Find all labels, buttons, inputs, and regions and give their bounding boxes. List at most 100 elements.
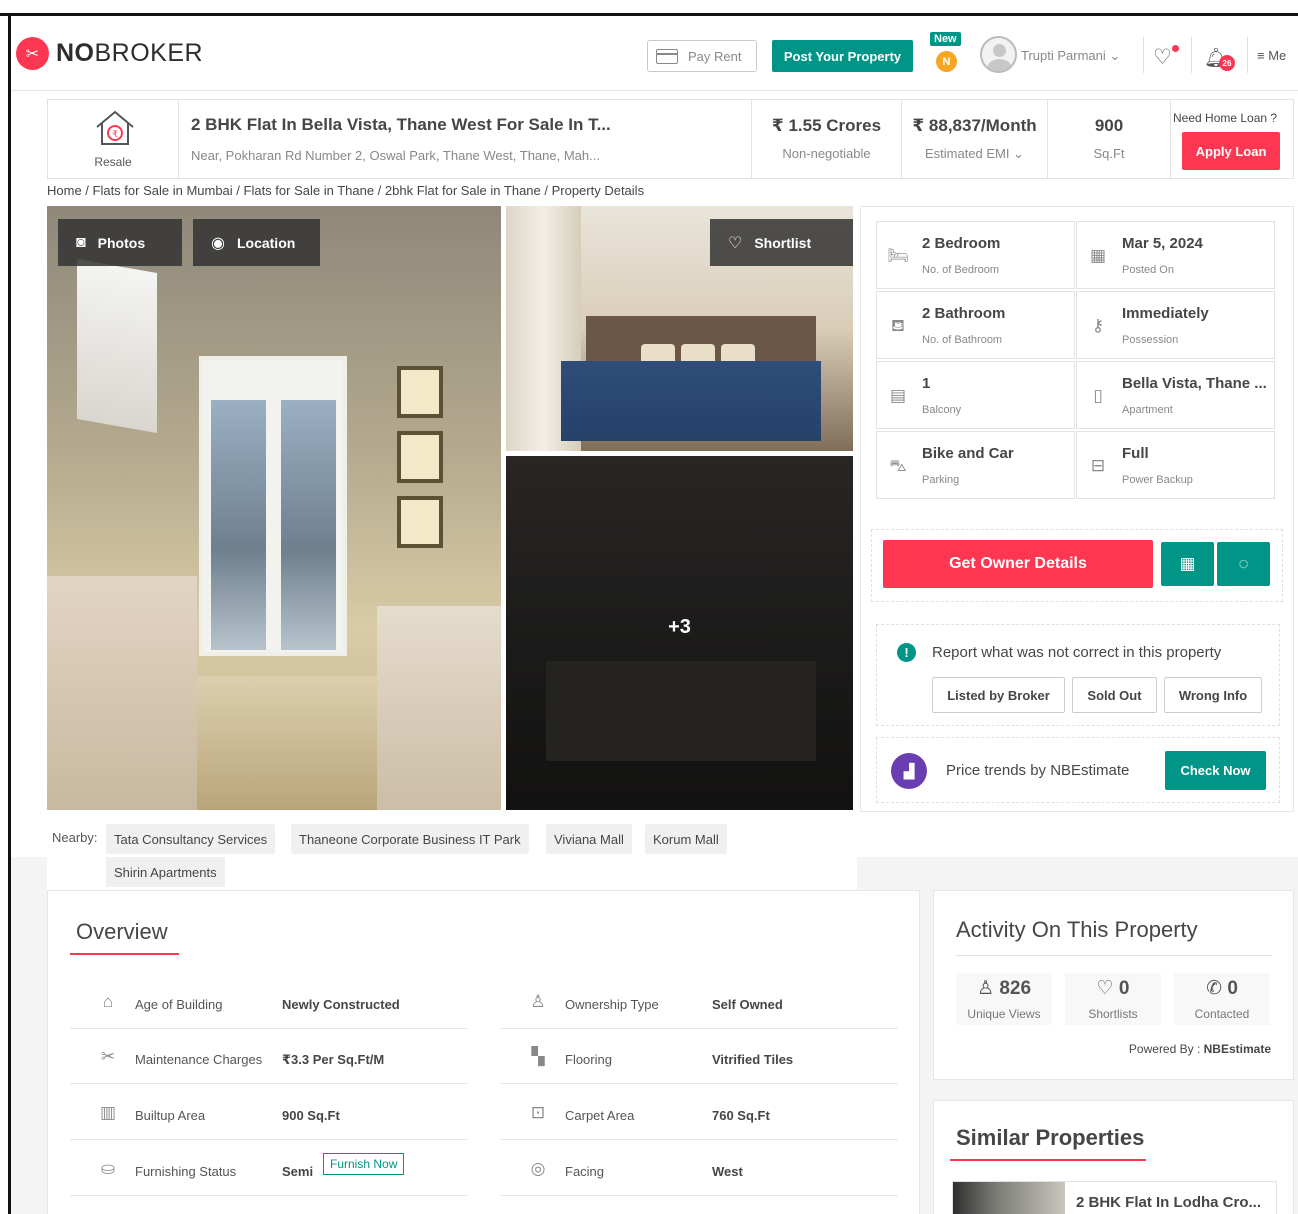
emi-value: ₹ 88,837/Month	[912, 116, 1037, 135]
similar-properties-section: Similar Properties 2 BHK Flat In Lodha C…	[933, 1100, 1294, 1214]
spec-value: 1	[922, 375, 931, 392]
heart-icon: ♡	[728, 234, 743, 252]
report-listed-by-broker[interactable]: Listed by Broker	[932, 677, 1065, 713]
spec-possession: ⚷ Immediately Possession	[1076, 291, 1275, 359]
chat-button[interactable]: ◌	[1217, 542, 1270, 586]
photo-detail	[167, 676, 397, 810]
get-owner-details-button[interactable]: Get Owner Details	[883, 540, 1153, 588]
price-trend-text: Price trends by NBEstimate	[946, 762, 1130, 779]
new-badge: New	[930, 32, 961, 46]
shortlist-button[interactable]: ♡ Shortlist	[710, 219, 853, 266]
loan-question: Need Home Loan ?	[1173, 111, 1278, 125]
schedule-visit-button[interactable]: ▦	[1161, 542, 1214, 586]
owner-actions: Get Owner Details ▦ ◌	[871, 529, 1283, 602]
divider	[956, 955, 1272, 956]
overview-label: Flooring	[565, 1052, 612, 1067]
photo-detail	[397, 431, 443, 483]
user-menu[interactable]: Trupti Parmani ⌄	[1021, 48, 1120, 64]
property-address: Near, Pokharan Rd Number 2, Oswal Park, …	[191, 148, 600, 163]
nearby-chip[interactable]: Korum Mall	[645, 824, 727, 854]
spec-label: Balcony	[922, 404, 962, 416]
check-now-button[interactable]: Check Now	[1165, 751, 1266, 790]
overview-section: Overview ⌂ Age of Building Newly Constru…	[47, 890, 920, 1214]
nobroker-logo[interactable]: ✂ NOBROKER	[16, 37, 203, 70]
bathtub-icon: ⛾	[891, 316, 905, 335]
shortlist-dot	[1172, 45, 1179, 52]
shortlists-stat: ♡ 0 Shortlists	[1065, 973, 1161, 1025]
nearby-chip[interactable]: Thaneone Corporate Business IT Park	[291, 824, 529, 854]
stat-label: Unique Views	[967, 1007, 1041, 1021]
property-summary-bar: ₹ Resale 2 BHK Flat In Bella Vista, Than…	[47, 99, 1294, 179]
menu-button[interactable]: ≡ Me	[1257, 48, 1286, 63]
property-type-cell: ₹ Resale	[48, 100, 179, 178]
photos-button[interactable]: ◙ Photos	[58, 219, 182, 266]
spec-value: Bella Vista, Thane ...	[1122, 375, 1267, 392]
spec-label: Posted On	[1122, 264, 1174, 276]
overview-label: Age of Building	[135, 997, 223, 1012]
nearby-chip[interactable]: Tata Consultancy Services	[106, 824, 276, 854]
nb-coin-icon[interactable]: N	[936, 51, 957, 72]
logo-text: NOBROKER	[56, 39, 204, 67]
post-property-button[interactable]: Post Your Property	[772, 40, 913, 72]
notification-count: 26	[1219, 55, 1235, 71]
activity-section: Activity On This Property ♙ 826 Unique V…	[933, 890, 1294, 1080]
page: ✂ NOBROKER Pay Rent Post Your Property N…	[11, 17, 1298, 1214]
overview-row: ⛀ Furnishing Status Semi Furnish Now	[70, 1150, 468, 1196]
user-name: Trupti Parmani	[1021, 48, 1106, 63]
similar-heading: Similar Properties	[956, 1125, 1145, 1150]
emi-cell[interactable]: ₹ 88,837/Month Estimated EMI ⌄	[902, 100, 1048, 178]
area-unit: Sq.Ft	[1093, 146, 1125, 161]
nearby-chip[interactable]: Shirin Apartments	[106, 857, 225, 887]
report-wrong-info[interactable]: Wrong Info	[1164, 677, 1262, 713]
shortlist-heart-icon[interactable]: ♡	[1153, 45, 1172, 70]
photos-label: Photos	[97, 234, 146, 251]
photo-gallery[interactable]: ◙ Photos ◉ Location ♡ Shortlist +3	[47, 206, 853, 810]
hamburger-icon: ≡	[1257, 48, 1265, 63]
overview-row: ▥ Builtup Area 900 Sq.Ft	[70, 1094, 468, 1140]
spec-label: Possession	[1122, 334, 1179, 346]
spec-label: No. of Bedroom	[922, 264, 1000, 276]
header-divider	[1143, 37, 1144, 73]
main-photo-kitchen[interactable]: ◙ Photos ◉ Location	[47, 206, 501, 810]
stat-label: Shortlists	[1088, 1007, 1138, 1021]
overview-row: ♙ Ownership Type Self Owned	[500, 983, 898, 1029]
pay-rent-label: Pay Rent	[688, 48, 742, 64]
location-button[interactable]: ◉ Location	[193, 219, 320, 266]
apply-loan-button[interactable]: Apply Loan	[1182, 132, 1280, 170]
breadcrumb[interactable]: Home / Flats for Sale in Mumbai / Flats …	[47, 183, 644, 198]
property-type-label: Resale	[94, 155, 132, 169]
chevron-down-icon: ⌄	[1109, 48, 1121, 63]
price-cell: ₹ 1.55 Crores Non-negotiable	[752, 100, 902, 178]
report-sold-out[interactable]: Sold Out	[1072, 677, 1157, 713]
area-value: 900	[1094, 116, 1124, 135]
alert-icon: !	[897, 643, 916, 662]
photo-detail	[377, 606, 501, 810]
more-photos-count: +3	[668, 616, 691, 638]
overview-label: Facing	[565, 1164, 605, 1179]
card-icon	[656, 48, 678, 64]
stat-value: 826	[999, 978, 1032, 999]
buildings-icon: ▥	[99, 1103, 117, 1122]
similar-property-card[interactable]: 2 BHK Flat In Lodha Cro...	[952, 1181, 1277, 1214]
nearby-chip[interactable]: Viviana Mall	[546, 824, 632, 854]
stat-value: 0	[1118, 978, 1130, 999]
heading-underline	[70, 953, 179, 955]
photo-more[interactable]: +3	[506, 456, 853, 810]
spec-label: Apartment	[1122, 404, 1173, 416]
spec-value: Immediately	[1122, 305, 1209, 322]
furnish-now-button[interactable]: Furnish Now	[323, 1153, 405, 1175]
spec-no-of-bathroom: ⛾ 2 Bathroom No. of Bathroom	[876, 291, 1075, 359]
screenshot-top-border	[0, 0, 1298, 16]
photo-bedroom[interactable]: ♡ Shortlist	[506, 206, 853, 451]
spec-parking: ⛍ Bike and Car Parking	[876, 431, 1075, 499]
overview-label: Carpet Area	[565, 1108, 635, 1123]
user-avatar[interactable]	[980, 36, 1017, 73]
report-box: ! Report what was not correct in this pr…	[876, 624, 1280, 726]
overview-label: Ownership Type	[565, 997, 659, 1012]
overview-label: Maintenance Charges	[135, 1052, 263, 1067]
pay-rent-button[interactable]: Pay Rent	[647, 40, 757, 72]
logo-mark-icon: ✂	[16, 37, 49, 70]
overview-label: Furnishing Status	[135, 1164, 237, 1179]
heading-underline	[950, 1159, 1146, 1161]
resale-house-icon: ₹	[96, 110, 134, 145]
